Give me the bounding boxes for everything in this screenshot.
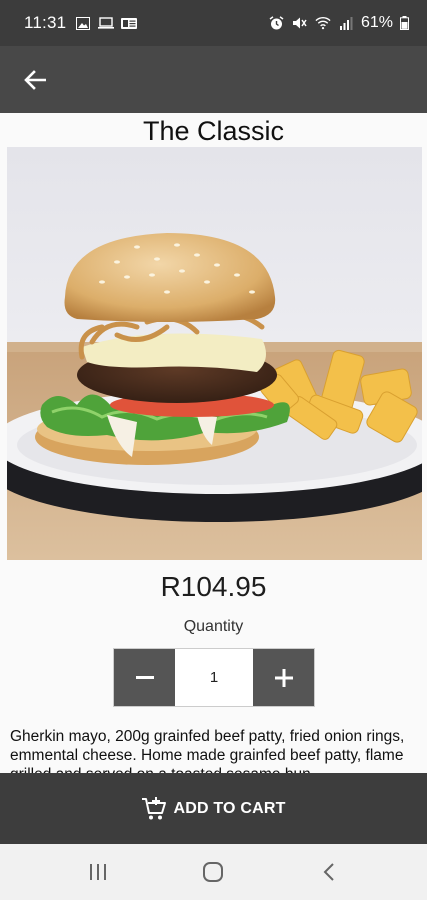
back-button[interactable] <box>22 67 48 93</box>
product-detail: The Classic R104.95 Quantity 1 Gherkin m… <box>0 113 427 773</box>
recents-button[interactable] <box>78 852 118 892</box>
recents-icon <box>89 864 106 880</box>
status-bar: 11:31 61% <box>0 0 427 46</box>
status-bar-right: 61% <box>269 14 409 32</box>
home-button[interactable] <box>193 852 233 892</box>
app-bar <box>0 46 427 113</box>
product-image <box>7 147 422 560</box>
plus-icon <box>274 668 293 687</box>
nav-back-button[interactable] <box>309 852 349 892</box>
quantity-value[interactable]: 1 <box>175 649 253 706</box>
outlook-icon <box>121 16 138 30</box>
system-nav-bar <box>0 844 427 900</box>
add-to-cart-button[interactable]: ADD TO CART <box>0 773 427 844</box>
signal-icon <box>338 16 354 30</box>
quantity-label: Quantity <box>183 618 244 635</box>
alarm-icon <box>269 15 285 30</box>
image-icon <box>75 16 91 30</box>
quantity-stepper: 1 <box>113 648 315 707</box>
product-price: R104.95 <box>160 571 267 602</box>
status-time: 11:31 <box>24 13 67 32</box>
product-description: Gherkin mayo, 200g grainfed beef patty, … <box>10 728 405 773</box>
battery-percent: 61% <box>360 14 393 31</box>
cart-plus-icon <box>142 796 167 819</box>
nav-back-icon <box>323 863 334 881</box>
decrement-button[interactable] <box>114 649 175 706</box>
home-icon <box>203 862 224 882</box>
product-title: The Classic <box>142 116 285 146</box>
add-to-cart-label: ADD TO CART <box>173 799 286 817</box>
arrow-left-icon <box>24 69 46 90</box>
battery-icon <box>400 16 409 30</box>
wifi-icon <box>315 16 331 30</box>
status-bar-left: 11:31 <box>24 13 138 33</box>
mute-icon <box>292 16 308 30</box>
increment-button[interactable] <box>253 649 314 706</box>
minus-icon <box>135 675 154 679</box>
laptop-icon <box>98 16 115 30</box>
